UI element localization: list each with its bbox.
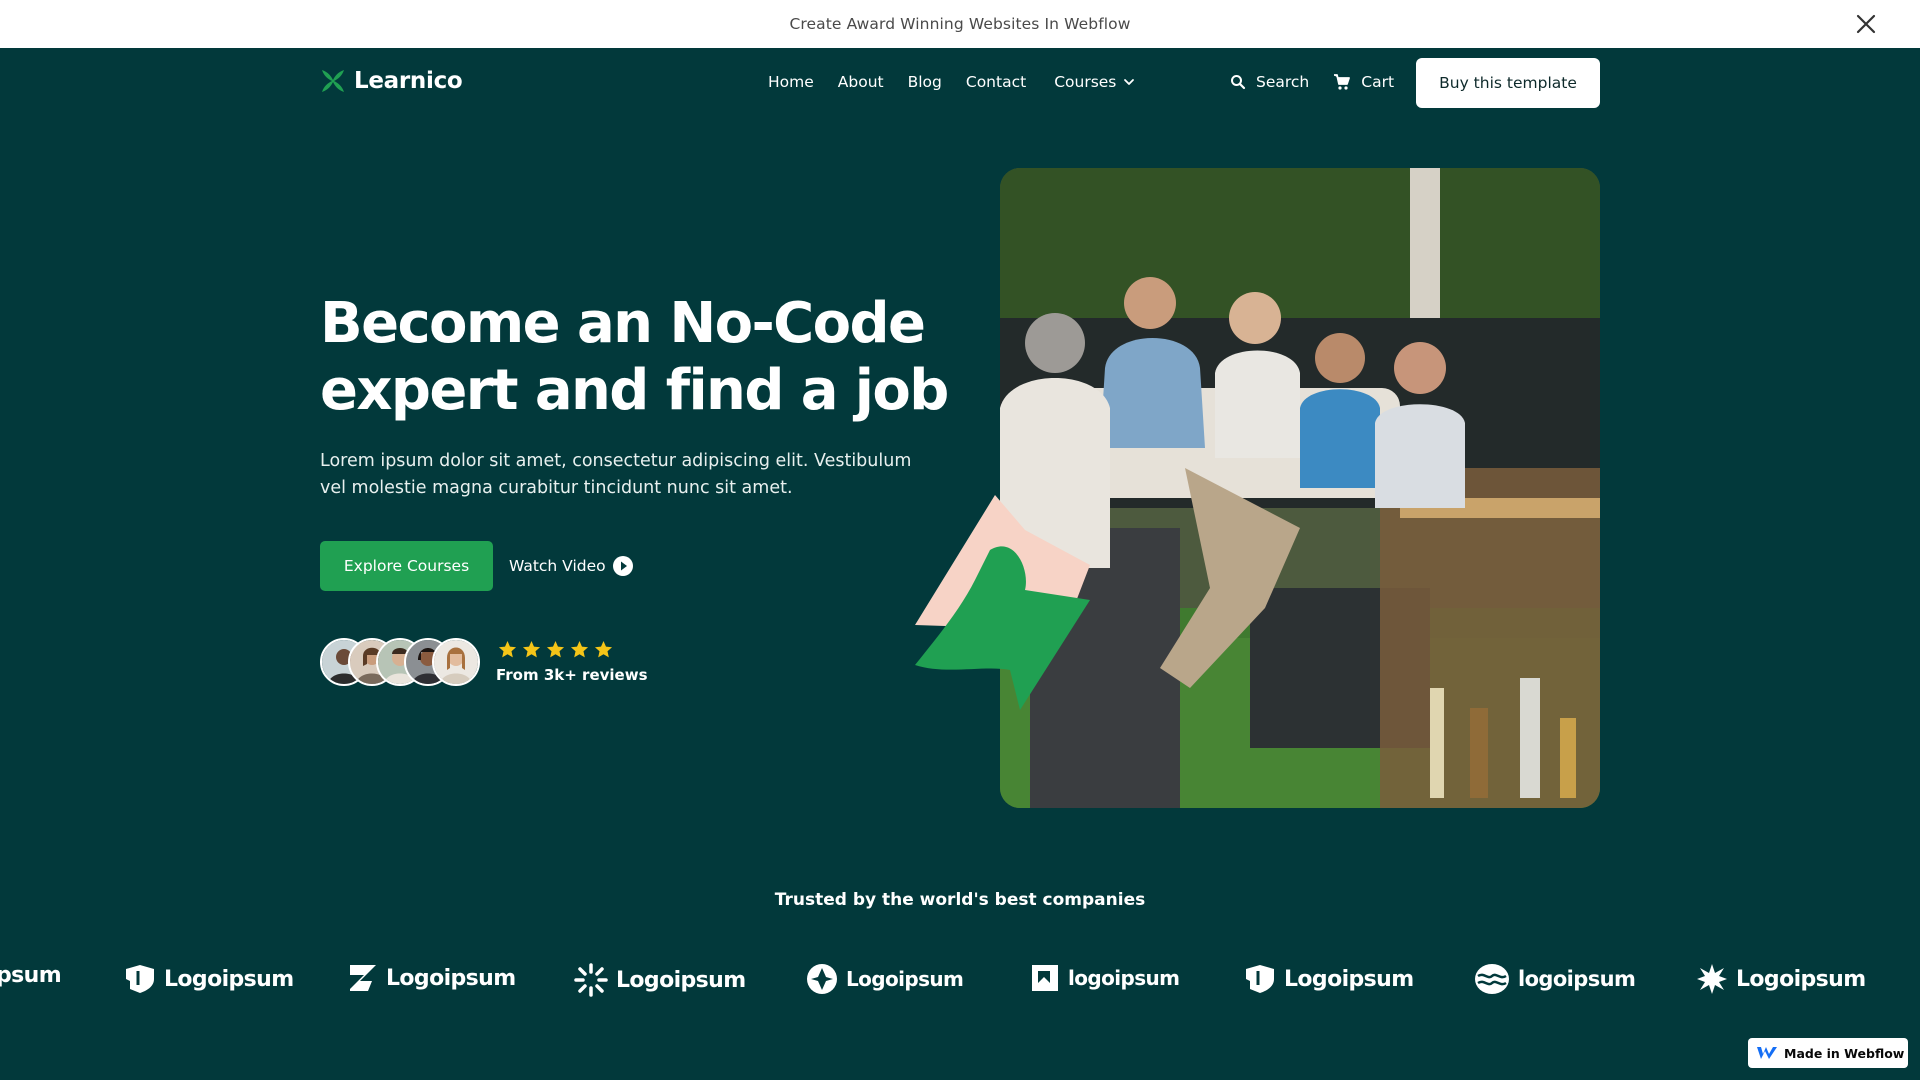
- company-logo: Logoipsum: [574, 963, 746, 997]
- logo-mark-icon: [350, 965, 376, 991]
- nav-link-about[interactable]: About: [838, 73, 884, 91]
- company-logo: Logoipsum: [1696, 963, 1866, 995]
- cart-button[interactable]: Cart: [1333, 73, 1394, 91]
- reviews-count: From 3k+ reviews: [496, 666, 648, 684]
- chevron-down-icon: [1124, 79, 1135, 85]
- announcement-bar: Create Award Winning Websites In Webflow: [0, 0, 1920, 48]
- company-logo: Logoipsum: [348, 963, 516, 993]
- company-logo: psum: [0, 963, 62, 988]
- reviewer-avatars: [320, 638, 482, 686]
- star-icon: [570, 640, 589, 658]
- nav-links: Home About Blog Contact Courses: [768, 73, 1160, 91]
- company-logos: psum Logoipsum Logoipsum Logoipsum Logoi…: [0, 955, 1920, 1005]
- company-logo-name: Logoipsum: [1284, 966, 1414, 992]
- company-logo-name: logoipsum: [1518, 967, 1636, 991]
- logo-mark-icon: [807, 964, 837, 994]
- brand-logo[interactable]: Learnico: [320, 68, 463, 94]
- made-in-webflow-badge[interactable]: Made in Webflow: [1748, 1038, 1908, 1068]
- star-icon: [546, 640, 565, 658]
- logo-icon: [322, 70, 344, 92]
- company-logo-name: Logoipsum: [164, 966, 294, 992]
- nav-link-courses-label: Courses: [1054, 73, 1117, 91]
- decorative-shape: [915, 495, 1090, 710]
- company-logo-name: Logoipsum: [616, 967, 746, 993]
- logo-mark-icon: [1246, 965, 1274, 993]
- hero-title: Become an No-Code expert and find a job: [320, 290, 960, 424]
- watch-video-button[interactable]: Watch Video: [509, 555, 634, 577]
- nav-utilities: Search Cart: [1230, 73, 1394, 91]
- company-logo-name: Logoipsum: [846, 967, 964, 991]
- logo-mark-icon: [1032, 965, 1058, 991]
- hero-subtitle: Lorem ipsum dolor sit amet, consectetur …: [320, 451, 912, 498]
- cart-icon: [1334, 74, 1351, 90]
- rating-stars: [498, 640, 613, 659]
- search-button[interactable]: Search: [1230, 73, 1309, 91]
- search-label: Search: [1256, 73, 1310, 91]
- announcement-text[interactable]: Create Award Winning Websites In Webflow: [789, 15, 1130, 33]
- nav-link-home[interactable]: Home: [768, 73, 814, 91]
- company-logo: Logoipsum: [1244, 963, 1414, 995]
- search-icon: [1231, 75, 1246, 90]
- company-logo: Logoipsum: [124, 963, 294, 995]
- explore-courses-button[interactable]: Explore Courses: [320, 541, 493, 591]
- trusted-heading: Trusted by the world's best companies: [774, 890, 1146, 910]
- company-logo-name: logoipsum: [1068, 966, 1180, 990]
- logo-mark-icon: [1475, 964, 1509, 994]
- company-logo-name: Logoipsum: [1736, 966, 1866, 992]
- brand-name: Learnico: [354, 68, 463, 94]
- nav-link-blog[interactable]: Blog: [908, 73, 942, 91]
- logo-mark-icon: [1697, 964, 1727, 994]
- company-logo: Logoipsum: [806, 963, 964, 995]
- avatar: [432, 638, 480, 686]
- buy-template-button[interactable]: Buy this template: [1416, 58, 1600, 108]
- webflow-icon: [1757, 1047, 1777, 1059]
- play-icon: [612, 556, 633, 576]
- company-logo-name: psum: [0, 963, 62, 988]
- logo-mark-icon: [574, 963, 608, 997]
- star-icon: [522, 640, 541, 658]
- star-icon: [498, 640, 517, 658]
- hero-title-line1: Become an No-Code: [320, 291, 926, 356]
- star-icon: [594, 640, 613, 658]
- company-logo: logoipsum: [1474, 963, 1636, 995]
- cart-label: Cart: [1361, 73, 1395, 91]
- logo-mark-icon: [126, 965, 154, 993]
- nav-link-contact[interactable]: Contact: [966, 73, 1026, 91]
- close-icon[interactable]: [1854, 12, 1878, 36]
- company-logo: logoipsum: [1030, 963, 1180, 993]
- nav-link-courses[interactable]: Courses: [1054, 73, 1136, 91]
- webflow-badge-text: Made in Webflow: [1784, 1045, 1905, 1061]
- main-navigation: Learnico Home About Blog Contact Courses…: [320, 58, 1600, 108]
- hero-title-line2: expert and find a job: [320, 358, 949, 423]
- company-logo-name: Logoipsum: [386, 965, 516, 991]
- watch-video-label: Watch Video: [509, 557, 606, 575]
